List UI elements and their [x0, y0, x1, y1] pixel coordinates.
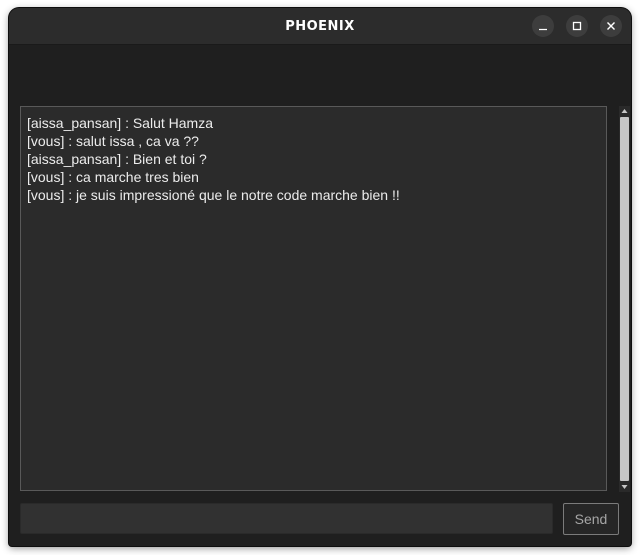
- close-button[interactable]: [600, 15, 622, 37]
- chat-history[interactable]: [aissa_pansan] : Salut Hamza [vous] : sa…: [20, 106, 607, 491]
- chat-message: [vous] : ca marche tres bien: [27, 169, 199, 185]
- maximize-icon: [572, 21, 582, 31]
- scroll-down-arrow[interactable]: [619, 482, 630, 492]
- scroll-thumb[interactable]: [620, 117, 629, 481]
- maximize-button[interactable]: [566, 15, 588, 37]
- send-button[interactable]: Send: [563, 503, 619, 535]
- message-input[interactable]: [20, 503, 553, 534]
- chat-scrollbar[interactable]: [619, 106, 630, 492]
- chat-message: [aissa_pansan] : Salut Hamza: [27, 115, 213, 131]
- chat-message: [vous] : salut issa , ca va ??: [27, 133, 199, 149]
- chat-message: [vous] : je suis impressioné que le notr…: [27, 187, 400, 203]
- chat-message: [aissa_pansan] : Bien et toi ?: [27, 151, 207, 167]
- minimize-button[interactable]: [532, 15, 554, 37]
- app-window: PHOENIX [aissa_pansan] : Salut Hamza [vo…: [9, 8, 631, 546]
- close-icon: [607, 22, 615, 30]
- arrow-down-icon: [621, 485, 628, 489]
- minimize-icon: [539, 28, 547, 31]
- arrow-up-icon: [621, 109, 628, 113]
- scroll-up-arrow[interactable]: [619, 106, 630, 116]
- title-bar[interactable]: PHOENIX: [9, 8, 631, 45]
